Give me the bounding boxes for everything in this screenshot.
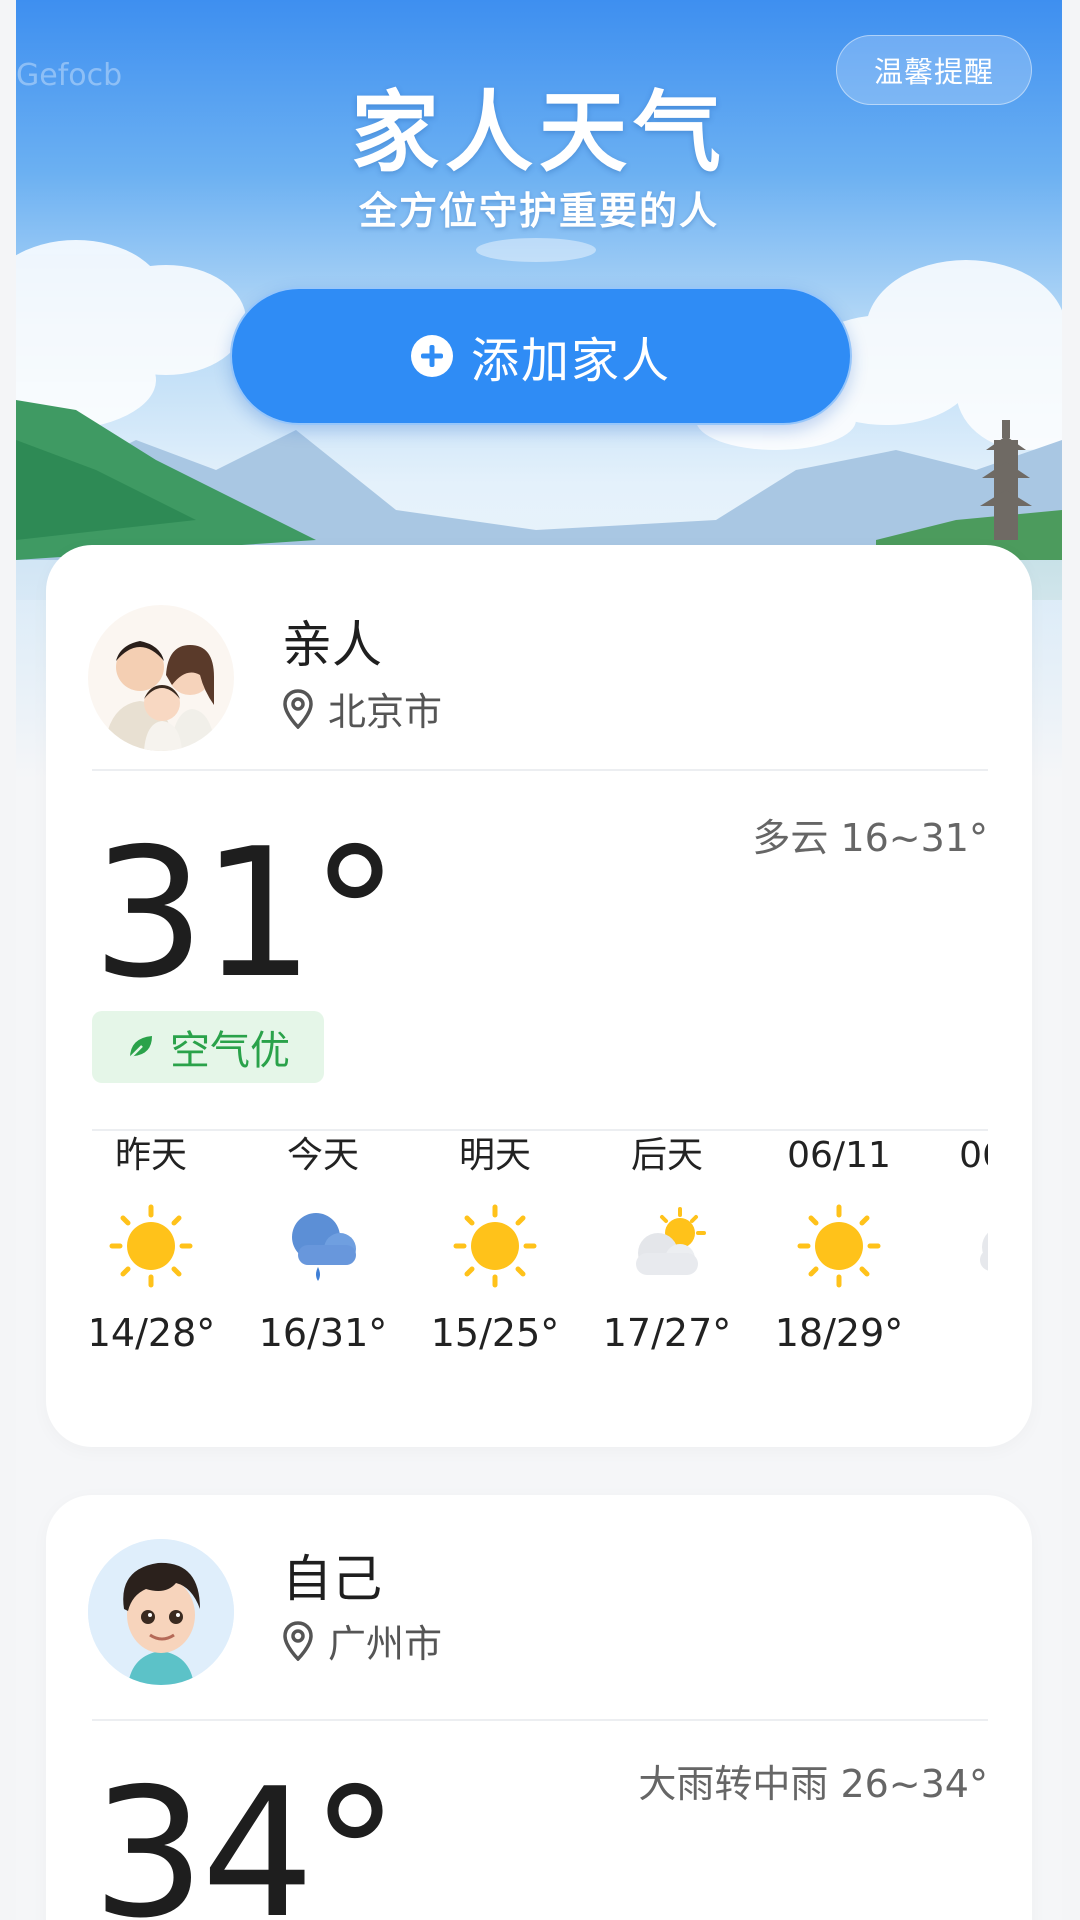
person-name: 自己 xyxy=(282,1550,382,1608)
forecast-range: 16/31° xyxy=(258,1311,388,1355)
add-family-label: 添加家人 xyxy=(470,333,671,389)
divider xyxy=(92,1719,988,1721)
city-label: 北京市 xyxy=(328,690,443,734)
forecast-day: 今天 xyxy=(286,1135,359,1176)
air-quality-badge: 空气优 xyxy=(92,1011,324,1083)
sunny-icon xyxy=(453,1204,537,1288)
sunny-icon xyxy=(797,1204,881,1288)
location-row: 北京市 xyxy=(282,681,442,736)
forecast-day: 昨天 xyxy=(114,1135,187,1176)
leaf-icon xyxy=(129,1036,152,1059)
self-weather-card[interactable]: 自己 广州市 34° 大雨转中雨 26~34° xyxy=(46,1495,1032,1920)
forecast-range: 14/28° xyxy=(92,1311,216,1355)
forecast-day: 06/12 xyxy=(959,1135,988,1176)
forecast-item[interactable]: 06/12 1 xyxy=(936,1131,988,1371)
condition-range: 多云 16~31° xyxy=(752,816,988,860)
divider xyxy=(92,769,988,771)
forecast-item[interactable]: 今天 16/31° xyxy=(248,1131,398,1371)
add-family-button[interactable]: 添加家人 xyxy=(230,287,852,425)
daily-forecast-strip[interactable]: 昨天 14/28° 今天 16/31° 明天 15/25° 后天 17/27° … xyxy=(92,1131,988,1371)
forecast-day: 明天 xyxy=(458,1135,531,1176)
app-subtitle: 全方位守护重要的人 xyxy=(358,189,719,233)
cloudy-icon xyxy=(980,1232,988,1271)
app-title: 家人天气 xyxy=(350,81,727,184)
rain-cloud-icon xyxy=(292,1213,356,1281)
self-avatar xyxy=(88,1539,234,1685)
sunny-icon xyxy=(109,1204,193,1288)
current-temperature: 31° xyxy=(92,810,399,1017)
forecast-day: 06/11 xyxy=(787,1135,891,1176)
forecast-item[interactable]: 明天 15/25° xyxy=(420,1131,570,1371)
forecast-range: 1 xyxy=(936,1311,988,1355)
plus-circle-icon xyxy=(410,335,453,377)
current-temperature: 34° xyxy=(92,1750,399,1920)
city-label: 广州市 xyxy=(328,1622,443,1666)
family-avatar xyxy=(88,605,234,751)
forecast-range: 15/25° xyxy=(430,1311,560,1355)
family-weather-card[interactable]: 亲人 北京市 31° 多云 16~31° 空气优 昨天 14/28° 今天 16… xyxy=(46,545,1032,1447)
air-quality-label: 空气优 xyxy=(170,1028,290,1074)
person-name: 亲人 xyxy=(282,616,382,674)
condition-range: 大雨转中雨 26~34° xyxy=(638,1762,988,1806)
forecast-item[interactable]: 后天 17/27° xyxy=(592,1131,742,1371)
forecast-range: 18/29° xyxy=(774,1311,904,1355)
location-row: 广州市 xyxy=(282,1613,442,1668)
forecast-item[interactable]: 06/11 18/29° xyxy=(764,1131,914,1371)
forecast-range: 17/27° xyxy=(602,1311,732,1355)
app-screen: Gefocb 温馨提醒 家人天气 全方位守护重要的人 添加家人 亲人 北京市 3… xyxy=(16,0,1062,1920)
location-pin-icon xyxy=(283,688,313,729)
partly-cloudy-icon xyxy=(636,1207,706,1275)
forecast-item[interactable]: 昨天 14/28° xyxy=(92,1131,226,1371)
location-pin-icon xyxy=(283,1620,313,1661)
forecast-day: 后天 xyxy=(630,1135,703,1176)
